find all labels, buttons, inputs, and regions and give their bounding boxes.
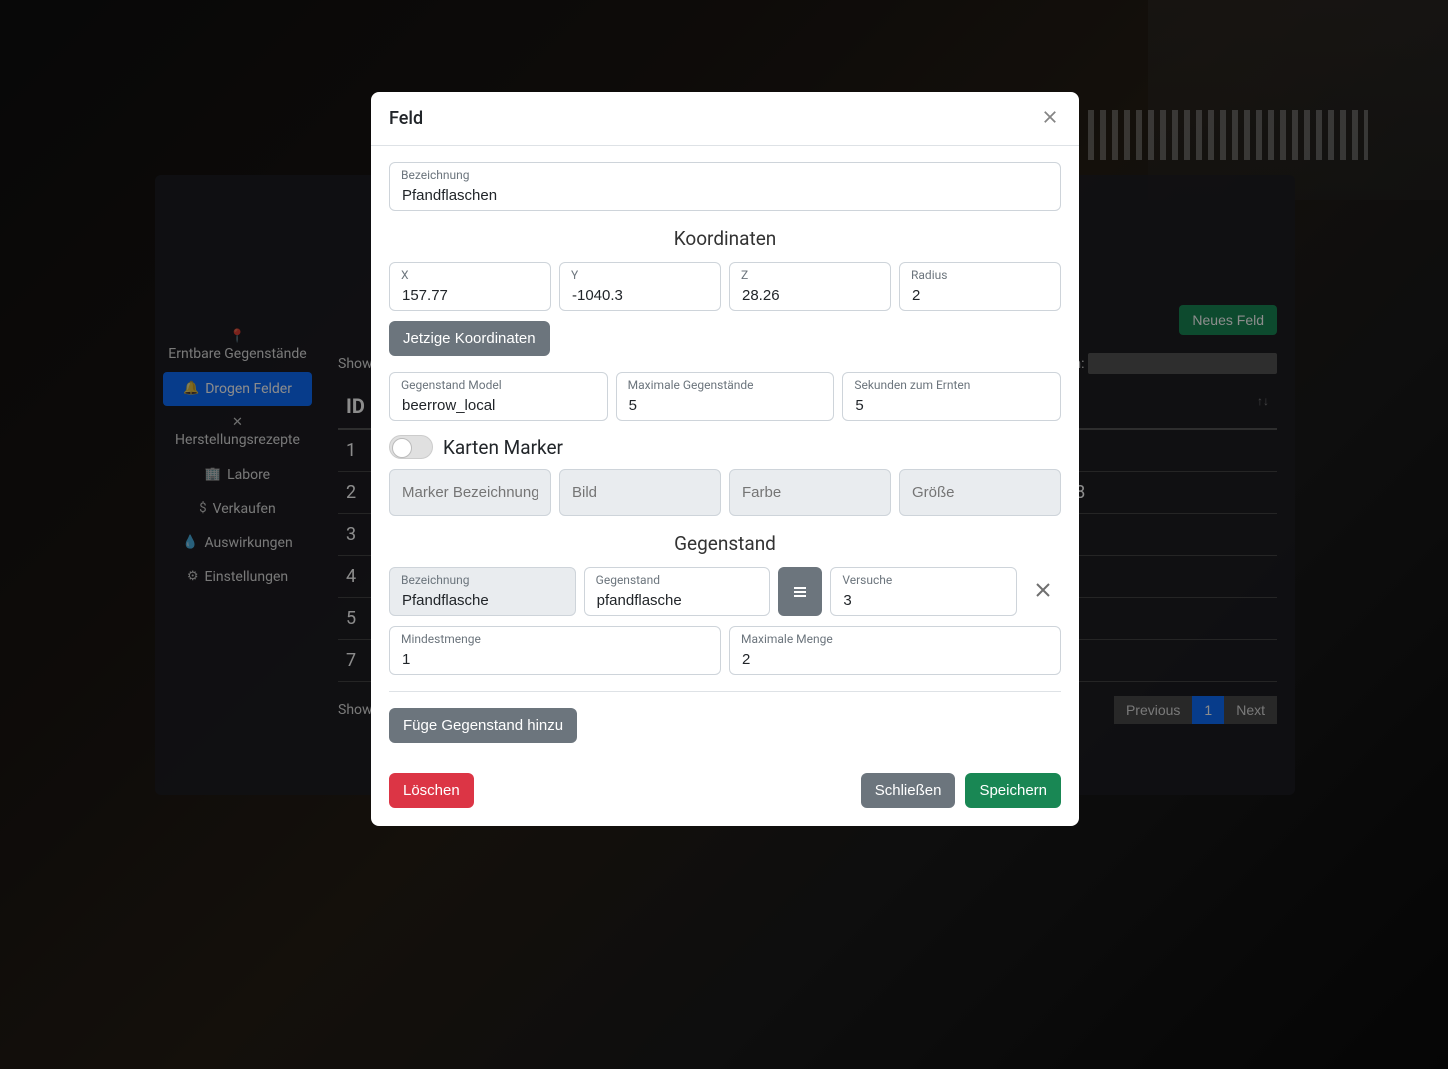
marker-toggle-label: Karten Marker <box>443 436 563 459</box>
attempts-label: Versuche <box>842 573 892 587</box>
remove-item-button[interactable] <box>1025 567 1061 616</box>
modal-header: Feld <box>371 92 1079 146</box>
marker-image-input <box>559 469 721 516</box>
marker-size-input <box>899 469 1061 516</box>
min-amount-label: Mindestmenge <box>401 632 481 646</box>
item-name-label: Bezeichnung <box>401 573 469 587</box>
y-input[interactable] <box>559 262 721 311</box>
close-button[interactable]: Schließen <box>861 773 956 808</box>
close-icon <box>1043 110 1057 124</box>
gegenstand-title: Gegenstand <box>389 532 1061 555</box>
max-amount-label: Maximale Menge <box>741 632 833 646</box>
marker-name-input <box>389 469 551 516</box>
add-item-button[interactable]: Füge Gegenstand hinzu <box>389 708 577 743</box>
radius-label: Radius <box>911 268 947 282</box>
koordinaten-title: Koordinaten <box>389 227 1061 250</box>
current-coords-button[interactable]: Jetzige Koordinaten <box>389 321 550 356</box>
modal-close-button[interactable] <box>1039 106 1061 131</box>
z-label: Z <box>741 268 748 282</box>
bezeichnung-input[interactable] <box>389 162 1061 211</box>
marker-toggle[interactable] <box>389 435 433 459</box>
divider <box>389 691 1061 692</box>
item-code-label: Gegenstand <box>596 573 660 587</box>
y-label: Y <box>571 268 578 282</box>
x-label: X <box>401 268 409 282</box>
list-icon <box>792 584 808 600</box>
z-input[interactable] <box>729 262 891 311</box>
close-icon <box>1035 582 1051 598</box>
feld-modal: Feld Bezeichnung Koordinaten X Y Z <box>371 92 1079 826</box>
save-button[interactable]: Speichern <box>965 773 1061 808</box>
seconds-label: Sekunden zum Ernten <box>854 378 970 392</box>
item-list-button[interactable] <box>778 567 822 616</box>
model-label: Gegenstand Model <box>401 378 502 392</box>
bezeichnung-label: Bezeichnung <box>401 168 469 182</box>
x-input[interactable] <box>389 262 551 311</box>
modal-title: Feld <box>389 108 423 129</box>
delete-button[interactable]: Löschen <box>389 773 474 808</box>
marker-color-input <box>729 469 891 516</box>
max-items-label: Maximale Gegenstände <box>628 378 754 392</box>
